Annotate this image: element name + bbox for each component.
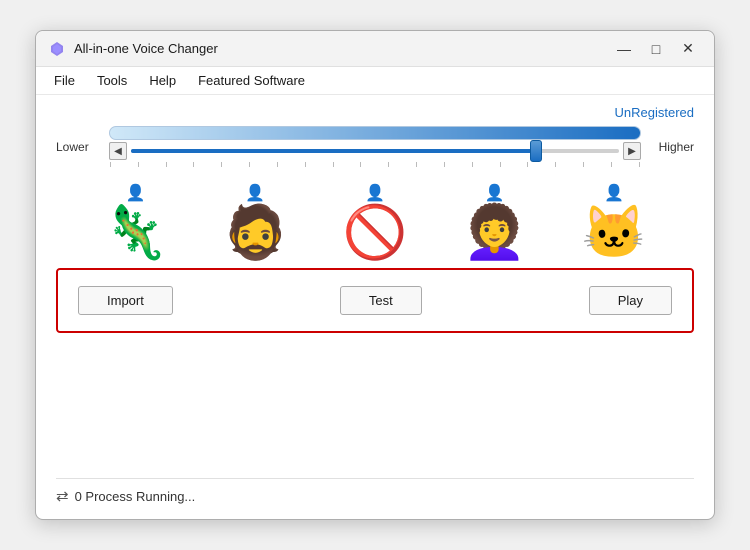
avatar-woman-pin: 👤 bbox=[485, 183, 505, 203]
tick bbox=[583, 162, 584, 167]
content-area: UnRegistered Lower ◀ ▶ bbox=[36, 95, 714, 519]
tick bbox=[193, 162, 194, 167]
import-button[interactable]: Import bbox=[78, 286, 173, 315]
test-button[interactable]: Test bbox=[340, 286, 422, 315]
avatar-block-emoji: 🚫 bbox=[343, 207, 408, 259]
avatar-man[interactable]: 👤 🧔 bbox=[223, 183, 288, 259]
window-title: All-in-one Voice Changer bbox=[74, 41, 610, 56]
slider-thumb[interactable] bbox=[530, 140, 542, 162]
tick bbox=[388, 162, 389, 167]
avatar-section: 👤 🦎 👤 🧔 👤 🚫 👤 👩‍🦱 👤 🐱 bbox=[56, 173, 694, 264]
slider-track bbox=[131, 149, 619, 153]
pitch-gradient-bar bbox=[109, 126, 641, 140]
slider-right-arrow[interactable]: ▶ bbox=[623, 142, 641, 160]
tick bbox=[249, 162, 250, 167]
slider-track-wrapper[interactable] bbox=[131, 142, 619, 160]
avatar-block-pin: 👤 bbox=[365, 183, 385, 203]
window-controls: — □ ✕ bbox=[610, 35, 702, 63]
main-window: All-in-one Voice Changer — □ ✕ File Tool… bbox=[35, 30, 715, 520]
avatar-block[interactable]: 👤 🚫 bbox=[343, 183, 408, 259]
pitch-slider-container: ◀ ▶ bbox=[109, 126, 641, 167]
slider-left-arrow[interactable]: ◀ bbox=[109, 142, 127, 160]
action-buttons-section: Import Test Play bbox=[56, 268, 694, 333]
pitch-section: Lower ◀ ▶ bbox=[56, 126, 694, 167]
pitch-lower-label: Lower bbox=[56, 140, 101, 154]
title-bar: All-in-one Voice Changer — □ ✕ bbox=[36, 31, 714, 67]
tick bbox=[500, 162, 501, 167]
maximize-button[interactable]: □ bbox=[642, 35, 670, 63]
tick bbox=[277, 162, 278, 167]
close-button[interactable]: ✕ bbox=[674, 35, 702, 63]
menu-bar: File Tools Help Featured Software bbox=[36, 67, 714, 95]
slider-ticks bbox=[109, 162, 641, 167]
tick bbox=[472, 162, 473, 167]
avatar-dragon-emoji: 🦎 bbox=[103, 207, 168, 259]
menu-help[interactable]: Help bbox=[139, 69, 186, 92]
menu-file[interactable]: File bbox=[44, 69, 85, 92]
app-icon bbox=[48, 40, 66, 58]
tick bbox=[333, 162, 334, 167]
avatar-dragon[interactable]: 👤 🦎 bbox=[103, 183, 168, 259]
avatar-cat-emoji: 🐱 bbox=[582, 207, 647, 259]
status-bar: ⇄ 0 Process Running... bbox=[56, 478, 694, 509]
tick bbox=[221, 162, 222, 167]
tick bbox=[611, 162, 612, 167]
menu-tools[interactable]: Tools bbox=[87, 69, 137, 92]
registration-status[interactable]: UnRegistered bbox=[56, 105, 694, 120]
minimize-button[interactable]: — bbox=[610, 35, 638, 63]
pitch-higher-label: Higher bbox=[649, 140, 694, 154]
avatar-woman[interactable]: 👤 👩‍🦱 bbox=[462, 183, 527, 259]
avatar-man-emoji: 🧔 bbox=[223, 207, 288, 259]
tick bbox=[444, 162, 445, 167]
tick bbox=[138, 162, 139, 167]
avatar-dragon-pin: 👤 bbox=[126, 183, 146, 203]
tick bbox=[360, 162, 361, 167]
play-button[interactable]: Play bbox=[589, 286, 672, 315]
avatar-woman-emoji: 👩‍🦱 bbox=[462, 207, 527, 259]
slider-track-filled bbox=[131, 149, 536, 153]
tick bbox=[166, 162, 167, 167]
menu-featured-software[interactable]: Featured Software bbox=[188, 69, 315, 92]
process-status-text: 0 Process Running... bbox=[75, 489, 196, 504]
avatar-man-pin: 👤 bbox=[245, 183, 265, 203]
avatar-cat-pin: 👤 bbox=[604, 183, 624, 203]
tick bbox=[639, 162, 640, 167]
avatar-cat[interactable]: 👤 🐱 bbox=[582, 183, 647, 259]
tick bbox=[110, 162, 111, 167]
tick bbox=[555, 162, 556, 167]
slider-row: ◀ ▶ bbox=[109, 142, 641, 160]
process-icon: ⇄ bbox=[56, 487, 69, 505]
tick bbox=[527, 162, 528, 167]
tick bbox=[416, 162, 417, 167]
tick bbox=[305, 162, 306, 167]
